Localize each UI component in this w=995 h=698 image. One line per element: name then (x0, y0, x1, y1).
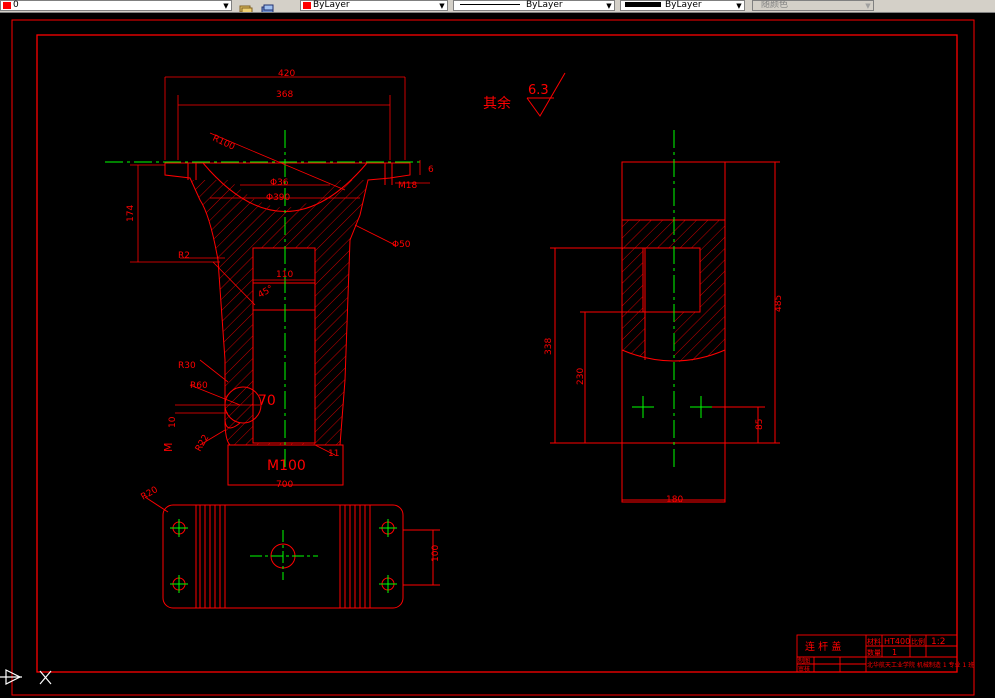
dim-110: 110 (276, 270, 293, 280)
scale-value: 1:2 (931, 637, 945, 647)
chevron-down-icon: ▼ (439, 2, 445, 10)
dim-r2: R2 (178, 251, 190, 261)
dim-r22: R22 (194, 433, 212, 453)
side-view-dim-text: 485 338 230 85 180 (544, 295, 784, 505)
plotstyle-value: 随颜色 (761, 0, 789, 10)
dim-420: 420 (278, 69, 295, 79)
dim-phi36: Φ36 (270, 178, 289, 188)
dim-11: 11 (328, 449, 339, 459)
color-value: ByLayer (313, 0, 350, 10)
chevron-down-icon: ▼ (606, 2, 612, 10)
dim-338: 338 (544, 338, 554, 355)
linetype-dropdown[interactable]: ByLayer ▼ (453, 0, 615, 11)
chevron-down-icon: ▼ (736, 2, 742, 10)
color-swatch (303, 2, 311, 9)
dim-85: 85 (755, 419, 765, 430)
dim-m: M (162, 443, 175, 453)
dim-m100: M100 (267, 458, 306, 474)
dim-100: 100 (431, 545, 441, 562)
dim-r30: R30 (178, 361, 196, 371)
roughness-label: 其余 (483, 95, 511, 112)
dim-phi50: Φ50 (392, 240, 411, 250)
part-name: 连 杆 盖 (805, 640, 841, 653)
dim-485: 485 (774, 295, 784, 312)
dim-368: 368 (276, 90, 293, 100)
drawn-label: 制图 (798, 657, 810, 665)
title-block-text: 连 杆 盖 材料 HT400 比例 1:2 数量 1 制图 审核 北华航天工业学… (798, 637, 974, 673)
roughness-symbol: 其余 6.3 (483, 72, 566, 117)
layer-color-swatch (3, 2, 11, 9)
dim-phi390: Φ390 (266, 193, 291, 203)
layer-dropdown[interactable]: 0 ▼ (0, 0, 232, 11)
top-view-dim-text: R20 100 (140, 485, 442, 562)
checked-label: 审核 (798, 665, 810, 673)
count-label: 数量 (867, 648, 881, 657)
material-value: HT400 (884, 637, 910, 646)
chevron-down-icon: ▼ (865, 2, 871, 10)
school-name: 北华航天工业学院 机械制造 1 专业 1 班 (867, 661, 974, 669)
linetype-value: ByLayer (526, 0, 563, 10)
dim-174: 174 (126, 205, 136, 222)
plotstyle-dropdown[interactable]: 随颜色 ▼ (752, 0, 874, 11)
linetype-sample (460, 4, 520, 5)
dim-230: 230 (576, 368, 586, 385)
dim-700: 700 (276, 480, 293, 490)
sheet-outer-border (11, 19, 975, 696)
dim-r100: R100 (211, 134, 237, 153)
dim-r60: R60 (190, 381, 208, 391)
lineweight-sample (625, 2, 661, 7)
drawing-canvas[interactable]: 其余 6.3 420 368 R100 M18 6 Φ36 Φ390 Φ50 1… (0, 12, 995, 698)
top-view (144, 496, 440, 609)
layer-states-icon[interactable] (238, 0, 254, 12)
dim-180: 180 (666, 495, 683, 505)
lineweight-value: ByLayer (665, 0, 702, 10)
lineweight-dropdown[interactable]: ByLayer ▼ (620, 0, 745, 11)
scale-label: 比例 (911, 637, 925, 646)
layer-previous-icon[interactable] (260, 0, 276, 12)
side-view (550, 161, 780, 503)
dim-10: 10 (168, 416, 178, 428)
sheet-inner-border (36, 34, 958, 673)
count-value: 1 (892, 648, 897, 657)
dim-70: 70 (258, 393, 276, 409)
top-view-centerlines (170, 519, 397, 593)
material-label: 材料 (867, 637, 881, 646)
dim-m18: M18 (398, 181, 417, 191)
chevron-down-icon: ▼ (223, 2, 229, 10)
layer-value: 0 (13, 0, 19, 10)
color-dropdown[interactable]: ByLayer ▼ (300, 0, 448, 11)
roughness-value: 6.3 (528, 83, 549, 98)
dim-6: 6 (428, 165, 434, 175)
